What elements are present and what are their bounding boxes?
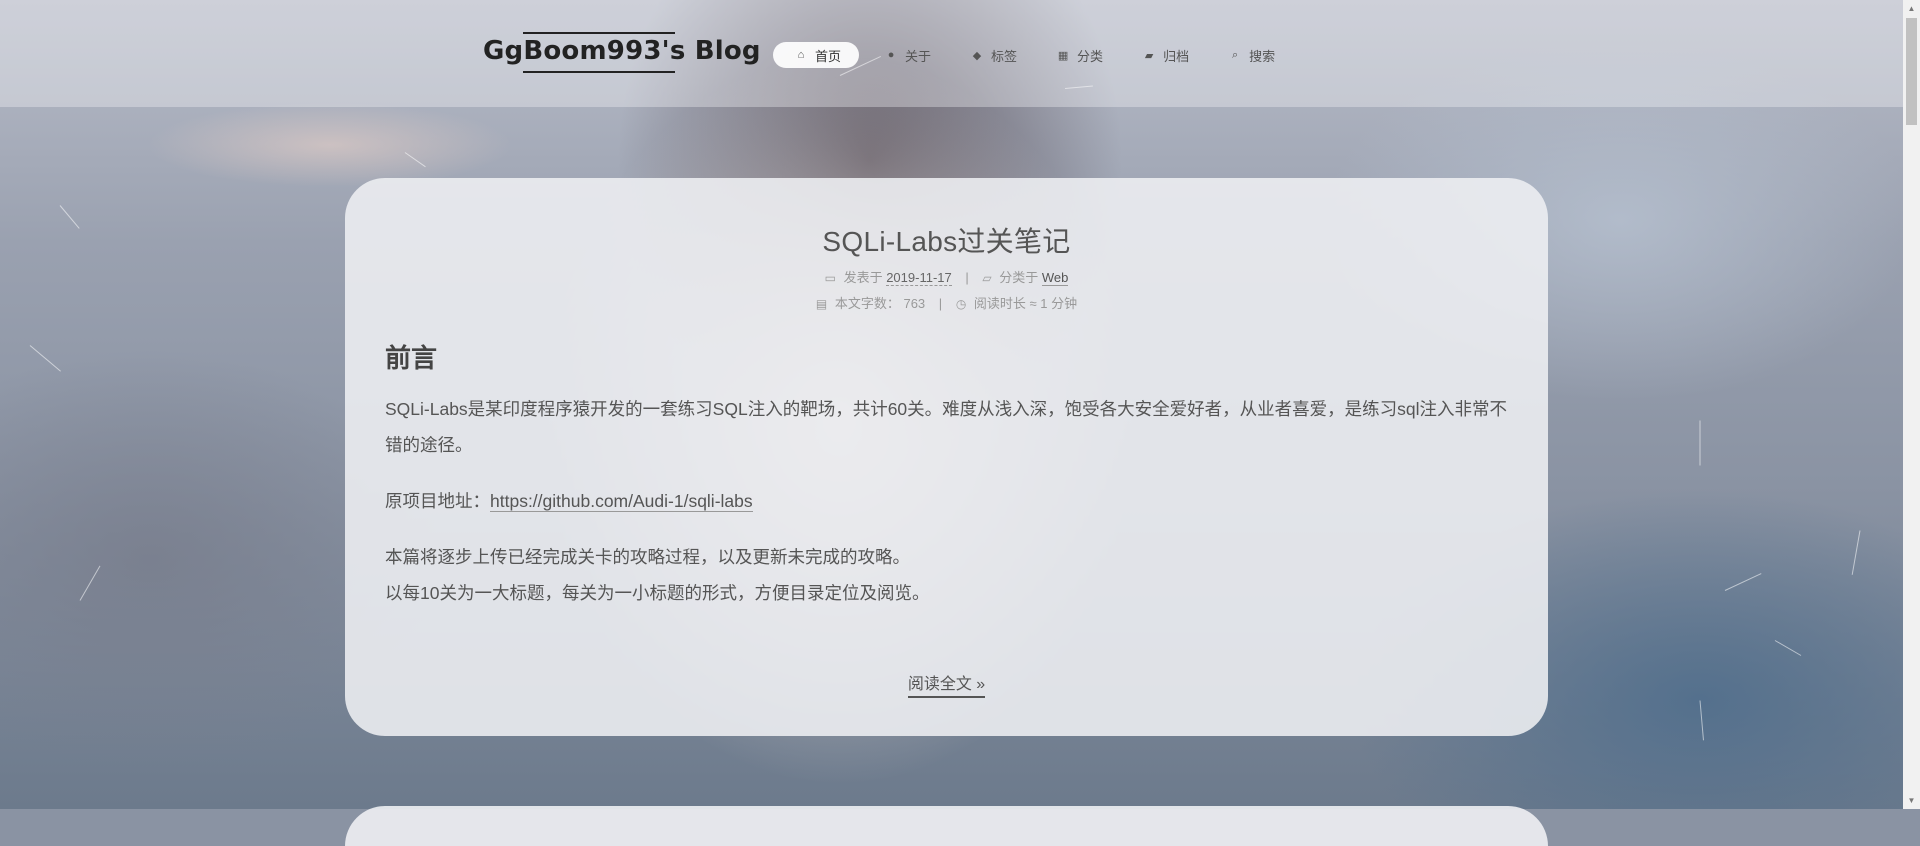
page-scrollbar[interactable]: ▲ ▼ bbox=[1903, 0, 1920, 809]
read-more-wrap: 阅读全文 » bbox=[345, 670, 1548, 698]
clock-icon: ◷ bbox=[955, 297, 967, 311]
nav-item-label: 标签 bbox=[991, 48, 1018, 64]
posted-date: 2019-11-17 bbox=[886, 270, 952, 286]
post-excerpt: 前言 SQLi-Labs是某印度程序猿开发的一套练习SQL注入的靶场，共计60关… bbox=[385, 338, 1508, 631]
post-card: SQLi-Labs过关笔记 ▭ 发表于 2019-11-17 | ▱ 分类于 W… bbox=[345, 178, 1548, 736]
grid-icon: ▦ bbox=[1057, 49, 1069, 62]
post-meta-date-category: ▭ 发表于 2019-11-17 | ▱ 分类于 Web bbox=[345, 267, 1548, 286]
folder-icon: ▱ bbox=[982, 271, 992, 285]
next-post-card bbox=[345, 806, 1548, 846]
read-more-button[interactable]: 阅读全文 » bbox=[907, 676, 986, 698]
category-link[interactable]: Web bbox=[1041, 270, 1069, 286]
scroll-up-icon[interactable]: ▲ bbox=[1903, 0, 1920, 17]
project-url-link[interactable]: https://github.com/Audi-1/sqli-labs bbox=[490, 491, 753, 512]
post-meta-stats: ▤ 本文字数： 763 | ◷ 阅读时长 ≈ 1 分钟 bbox=[345, 293, 1548, 312]
nav-item-label: 首页 bbox=[815, 48, 842, 64]
nav-item-label: 分类 bbox=[1077, 48, 1104, 64]
nav-item-home[interactable]: ⌂ 首页 bbox=[773, 42, 860, 68]
nav-item-label: 归档 bbox=[1163, 48, 1190, 64]
site-brand-text[interactable]: GgBoom993's Blog bbox=[483, 36, 761, 66]
readtime-label: 阅读时长 ≈ bbox=[973, 296, 1037, 311]
nav-item-search[interactable]: ⌕ 搜索 bbox=[1215, 42, 1289, 68]
plan-line-1: 本篇将逐步上传已经完成关卡的攻略过程，以及更新未完成的攻略。 bbox=[385, 547, 910, 567]
site-brand[interactable]: GgBoom993's Blog bbox=[483, 32, 761, 73]
section-heading: 前言 bbox=[385, 343, 438, 373]
meta-separator: | bbox=[965, 270, 969, 285]
project-url-label: 原项目地址： bbox=[385, 491, 490, 511]
scrollbar-thumb[interactable] bbox=[1906, 18, 1917, 125]
meta-separator: | bbox=[938, 296, 943, 311]
user-icon: ● bbox=[887, 49, 895, 61]
nav-item-categories[interactable]: ▦ 分类 bbox=[1043, 42, 1117, 68]
main-nav: ⌂ 首页 ● 关于 ◆ 标签 ▦ 分类 ▰ 归档 ⌕ 搜索 bbox=[773, 42, 1301, 68]
calendar-icon: ▭ bbox=[824, 271, 836, 285]
brand-line-bottom bbox=[523, 71, 675, 73]
wordcount-value: 763 bbox=[903, 296, 926, 311]
home-icon: ⌂ bbox=[797, 49, 805, 61]
nav-item-archives[interactable]: ▰ 归档 bbox=[1129, 42, 1203, 68]
nav-item-about[interactable]: ● 关于 bbox=[871, 42, 945, 68]
intro-paragraph: SQLi-Labs是某印度程序猿开发的一套练习SQL注入的靶场，共计60关。难度… bbox=[385, 399, 1508, 455]
archive-icon: ▰ bbox=[1144, 49, 1154, 62]
site-header: GgBoom993's Blog ⌂ 首页 ● 关于 ◆ 标签 ▦ 分类 ▰ 归… bbox=[0, 0, 1920, 107]
nav-item-label: 搜索 bbox=[1249, 48, 1276, 64]
nav-item-label: 关于 bbox=[905, 48, 932, 64]
brand-line-top bbox=[523, 32, 675, 34]
nav-item-tags[interactable]: ◆ 标签 bbox=[957, 42, 1031, 68]
tags-icon: ◆ bbox=[972, 49, 982, 62]
posted-label: 发表于 bbox=[843, 270, 883, 285]
plan-paragraph: 本篇将逐步上传已经完成关卡的攻略过程，以及更新未完成的攻略。 以每10关为一大标… bbox=[385, 539, 1508, 611]
category-label: 分类于 bbox=[999, 270, 1039, 285]
search-icon: ⌕ bbox=[1231, 48, 1239, 61]
plan-line-2: 以每10关为一大标题，每关为一小标题的形式，方便目录定位及阅览。 bbox=[385, 583, 930, 603]
file-word-icon: ▤ bbox=[815, 297, 828, 311]
readtime-value: 1 分钟 bbox=[1040, 296, 1078, 311]
wordcount-label: 本文字数： bbox=[834, 296, 900, 311]
post-title[interactable]: SQLi-Labs过关笔记 bbox=[345, 220, 1548, 260]
scroll-down-icon[interactable]: ▼ bbox=[1903, 792, 1920, 809]
project-url-paragraph: 原项目地址：https://github.com/Audi-1/sqli-lab… bbox=[385, 483, 1508, 519]
